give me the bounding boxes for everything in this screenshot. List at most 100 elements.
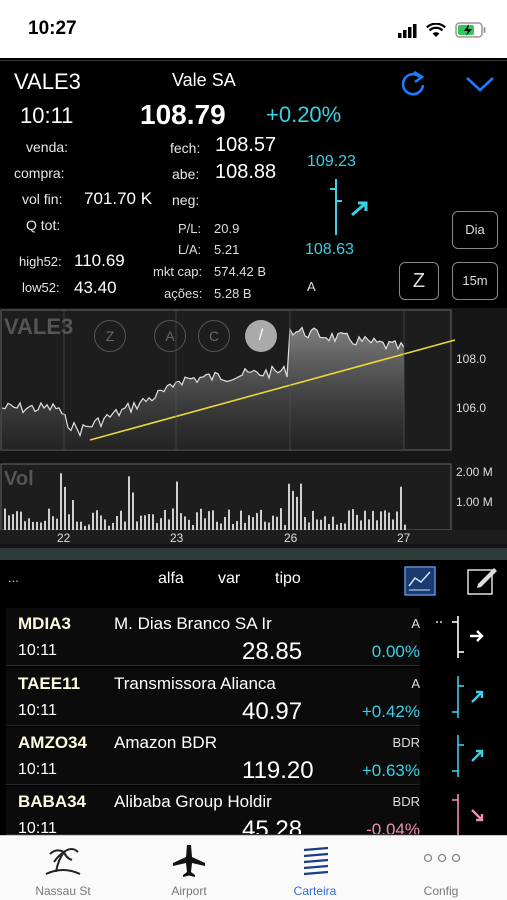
label-vol-fin: vol fin: (22, 191, 63, 207)
volume-bar (184, 516, 186, 530)
row-change: +0.63% (361, 761, 420, 780)
island-icon (45, 848, 81, 875)
volume-bar (336, 524, 338, 530)
volume-bar (212, 510, 214, 530)
row-time: 10:11 (18, 702, 57, 719)
sort-var[interactable]: var (218, 570, 240, 588)
list-item[interactable]: BABA34 Alibaba Group Holdir BDR 10:11 45… (6, 786, 420, 835)
volume-bar (172, 508, 174, 530)
volume-bar (56, 518, 58, 530)
quote-panel: VALE3 Vale SA 10:11 108.79 +0.20% venda:… (0, 60, 507, 305)
label-mkt-cap: mkt cap: (153, 264, 203, 279)
value-vol-fin: 701.70 K (84, 189, 153, 208)
volume-bar (360, 520, 362, 530)
mini-range-icon (430, 727, 496, 787)
label-la: L/A: (178, 242, 202, 257)
volume-bar (40, 522, 42, 530)
tab-carteira[interactable]: Carteira (252, 836, 378, 900)
row-time: 10:11 (18, 642, 57, 659)
row-time: 10:11 (18, 820, 57, 835)
range-indicator-icon (330, 179, 368, 235)
volume-bar (148, 514, 150, 530)
quote-symbol: VALE3 (14, 69, 81, 94)
volume-bar (128, 476, 130, 530)
volume-bar (368, 519, 370, 530)
label-neg: neg: (172, 192, 200, 208)
volume-bar (288, 483, 290, 530)
volume-bar (256, 512, 258, 530)
chart-title: VALE3 (4, 314, 74, 339)
chart-tool-z[interactable]: Z (94, 320, 126, 352)
zoom-z-button[interactable]: Z (399, 262, 439, 300)
volume-bar (224, 516, 226, 530)
row-symbol: TAEE11 (18, 674, 81, 693)
volume-bar (364, 510, 366, 530)
list-item[interactable]: AMZO34 Amazon BDR BDR 10:11 119.20 +0.63… (6, 727, 420, 785)
volume-bar (236, 521, 238, 530)
volume-bar (264, 521, 266, 530)
row-type: BDR (392, 735, 420, 750)
volume-bar (228, 509, 230, 530)
list-item[interactable]: TAEE11 Transmissora Alianca A 10:11 40.9… (6, 668, 420, 726)
mini-range-icon (430, 668, 496, 728)
volume-bar (176, 481, 178, 530)
chart-tool-a[interactable]: A (154, 320, 186, 352)
x-tick-3: 26 (284, 531, 298, 545)
refresh-icon[interactable] (398, 69, 428, 99)
volume-bar (120, 510, 122, 530)
chart-tool-c[interactable]: C (198, 320, 230, 352)
chevron-down-icon[interactable] (464, 73, 496, 95)
volume-bar (156, 523, 158, 530)
volume-bar (280, 508, 282, 530)
volume-bar (124, 521, 126, 530)
list-menu-dots[interactable]: ... (8, 570, 19, 585)
price-chart[interactable]: VALE3 Vol Z A C / 108.0 106.0 2.00 M 1.0… (0, 308, 507, 548)
vol-tick-1: 2.00 M (456, 465, 493, 479)
value-low52: 43.40 (74, 278, 117, 297)
interval-15m-button[interactable]: 15m (452, 262, 498, 300)
row-price: 119.20 (242, 757, 314, 784)
volume-bar (296, 496, 298, 530)
tab-config[interactable]: Config (378, 836, 504, 900)
volume-bar (308, 522, 310, 530)
volume-bar (348, 510, 350, 530)
tab-airport[interactable]: Airport (126, 836, 252, 900)
row-symbol: AMZO34 (18, 733, 87, 752)
volume-bar (388, 512, 390, 530)
chart-view-icon[interactable] (404, 566, 436, 596)
edit-icon[interactable] (466, 564, 498, 596)
volume-bar (332, 516, 334, 530)
volume-bar (248, 515, 250, 530)
sort-alfa[interactable]: alfa (158, 570, 184, 588)
volume-bar (160, 518, 162, 530)
volume-bar (380, 511, 382, 530)
tab-nassau-st[interactable]: Nassau St (0, 836, 126, 900)
more-icon (423, 853, 461, 863)
period-dia-button[interactable]: Dia (452, 211, 498, 249)
volume-bar (72, 499, 74, 530)
sort-tipo[interactable]: tipo (275, 570, 301, 588)
status-time: 10:27 (28, 18, 77, 39)
volume-bar (320, 519, 322, 530)
label-acoes: ações: (164, 286, 203, 301)
volume-bar (344, 523, 346, 530)
vol-tick-2: 1.00 M (456, 495, 493, 509)
mini-range-icon (430, 608, 496, 668)
range-low: 108.63 (305, 241, 354, 258)
wifi-icon (426, 23, 446, 37)
volume-bar (276, 516, 278, 530)
volume-bar (152, 514, 154, 530)
volume-bar (12, 514, 14, 530)
quote-time: 10:11 (20, 103, 74, 128)
chart-tool-line[interactable]: / (245, 320, 277, 352)
list-item[interactable]: MDIA3 M. Dias Branco SA Ir A 10:11 28.85… (6, 608, 420, 666)
chart-divider[interactable] (0, 548, 507, 560)
y-tick-2: 106.0 (456, 401, 487, 415)
volume-bar (16, 511, 18, 530)
row-name: Amazon BDR (114, 733, 217, 752)
volume-bar (92, 512, 94, 530)
x-tick-1: 22 (57, 531, 71, 545)
volume-bar (232, 523, 234, 530)
mini-range-icon (430, 786, 496, 835)
volume-bar (204, 518, 206, 530)
